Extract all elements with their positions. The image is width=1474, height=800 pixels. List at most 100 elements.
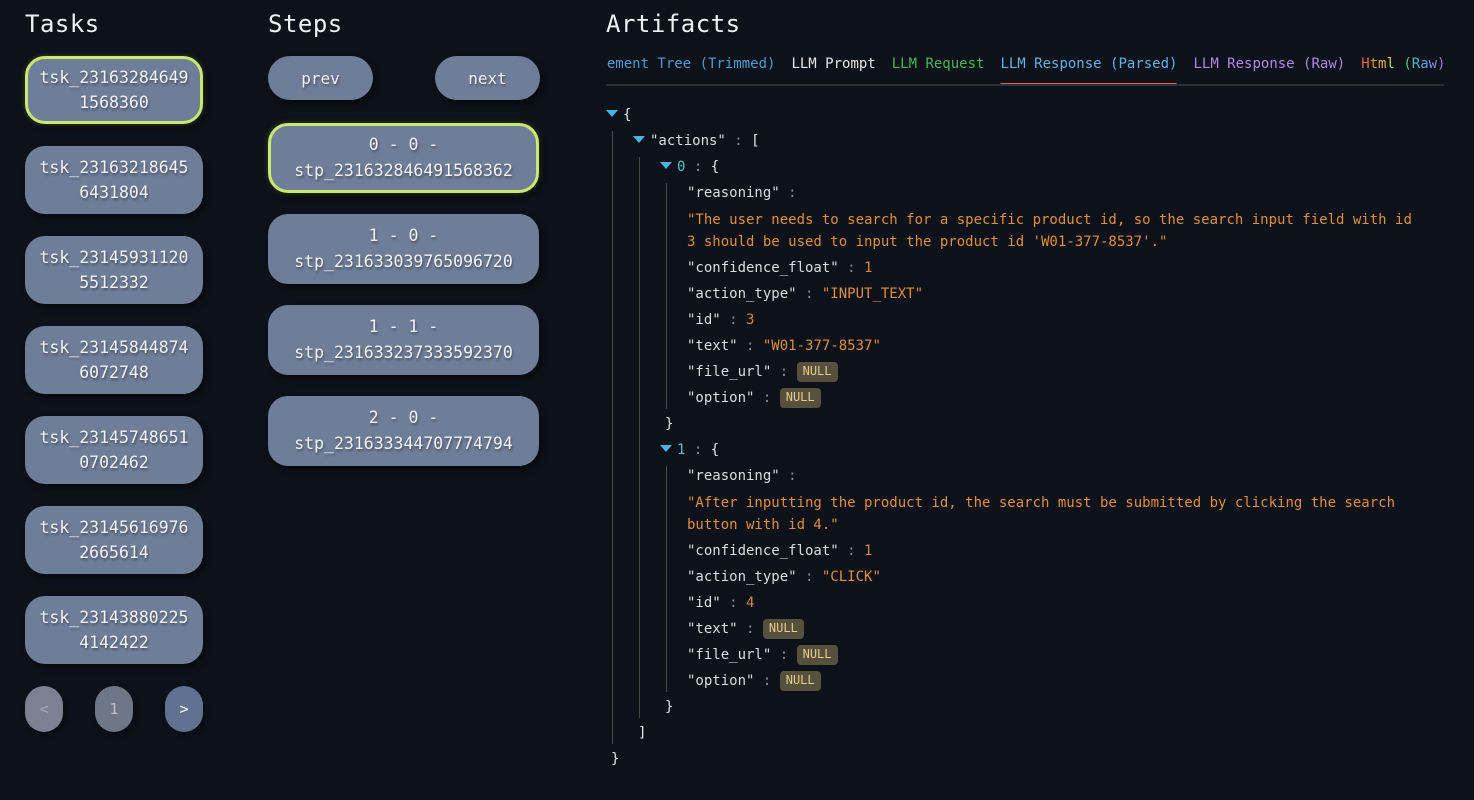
step-button[interactable]: 1 - 1 - stp_231633237333592370 [268, 305, 539, 375]
prev-step-button[interactable]: prev [268, 56, 373, 100]
json-key: "id" [687, 595, 721, 611]
artifacts-title: Artifacts [606, 10, 1444, 38]
task-button[interactable]: tsk_231632846491568360 [25, 56, 203, 124]
collapse-arrow-icon[interactable] [660, 445, 672, 452]
json-colon: : [771, 647, 796, 663]
json-row: "confidence_float" : 1 [687, 541, 1418, 562]
tasks-title: Tasks [25, 10, 203, 38]
json-colon: : [738, 338, 763, 354]
json-colon: : [726, 133, 751, 149]
json-key: "confidence_float" [687, 260, 839, 276]
json-key: "action_type" [687, 569, 797, 585]
json-key: "reasoning" [687, 468, 780, 484]
pagination-next-button[interactable]: > [165, 686, 203, 732]
json-key: "reasoning" [687, 185, 780, 201]
json-key: "file_url" [687, 364, 771, 380]
json-row: 0 : { [660, 157, 1418, 178]
null-badge: NULL [780, 671, 821, 691]
json-colon: : [754, 673, 779, 689]
json-row: "reasoning" : [687, 183, 1418, 204]
json-number: 1 [864, 260, 872, 276]
steps-panel: Steps prev next 0 - 0 - stp_231632846491… [268, 10, 540, 487]
json-node: "actions" : [0 : {"reasoning" : "The use… [633, 131, 1418, 744]
json-colon: : [839, 543, 864, 559]
collapse-arrow-icon[interactable] [606, 110, 618, 117]
json-key: "file_url" [687, 647, 771, 663]
null-badge: NULL [797, 645, 838, 665]
json-key: "action_type" [687, 286, 797, 302]
step-button[interactable]: 2 - 0 - stp_231633344707774794 [268, 396, 539, 466]
json-row: "actions" : [ [633, 131, 1418, 152]
json-close-bracket: ] [638, 725, 646, 741]
null-badge: NULL [797, 362, 838, 382]
json-row: "file_url" : NULL [687, 362, 1418, 383]
json-close-bracket: } [611, 751, 619, 767]
tab-html-raw[interactable]: Html (Raw) [1361, 56, 1444, 84]
json-number: 3 [746, 312, 754, 328]
json-colon: : [780, 185, 797, 201]
null-badge: NULL [780, 388, 821, 408]
task-list: tsk_231632846491568360 tsk_23163218645643… [25, 56, 203, 664]
json-row: "file_url" : NULL [687, 645, 1418, 666]
json-row: "option" : NULL [687, 388, 1418, 409]
json-row: } [660, 414, 1418, 435]
task-button[interactable]: tsk_231632186456431804 [25, 146, 203, 214]
json-row: "reasoning" : [687, 466, 1418, 487]
json-row: "action_type" : "CLICK" [687, 567, 1418, 588]
artifacts-tab-bar: Element Tree (Trimmed) LLM Prompt LLM Requ… [606, 56, 1444, 86]
task-button[interactable]: tsk_231458448746072748 [25, 326, 203, 394]
json-children: "reasoning" : "After inputting the produ… [666, 466, 1418, 692]
json-key: "actions" [650, 133, 726, 149]
json-number: 4 [746, 595, 754, 611]
task-button[interactable]: tsk_231457486510702462 [25, 416, 203, 484]
json-key: "confidence_float" [687, 543, 839, 559]
steps-nav: prev next [268, 56, 540, 100]
tab-llm-response-raw[interactable]: LLM Response (Raw) [1193, 56, 1345, 84]
json-colon: : [771, 364, 796, 380]
json-string: "CLICK" [822, 569, 881, 585]
tasks-panel: Tasks tsk_231632846491568360 tsk_23163218… [25, 10, 203, 732]
tab-element-tree-trimmed[interactable]: Element Tree (Trimmed) [606, 56, 775, 84]
step-button[interactable]: 1 - 0 - stp_231633039765096720 [268, 214, 539, 284]
next-step-button[interactable]: next [435, 56, 540, 100]
json-open-bracket: { [711, 442, 719, 458]
json-colon: : [721, 595, 746, 611]
json-key: "text" [687, 621, 738, 637]
json-string-block: "After inputting the product id, the sea… [687, 492, 1416, 536]
json-row: "text" : NULL [687, 619, 1418, 640]
json-colon: : [839, 260, 864, 276]
null-badge: NULL [763, 619, 804, 639]
tab-llm-response-parsed[interactable]: LLM Response (Parsed) [1000, 56, 1177, 84]
json-row: "id" : 3 [687, 310, 1418, 331]
json-children: "reasoning" : "The user needs to search … [666, 183, 1418, 409]
json-open-bracket: [ [751, 133, 759, 149]
pagination-prev-button[interactable]: < [25, 686, 63, 732]
json-number: 1 [864, 543, 872, 559]
task-button[interactable]: tsk_231459311205512332 [25, 236, 203, 304]
step-button[interactable]: 0 - 0 - stp_231632846491568362 [268, 123, 539, 193]
json-colon: : [797, 569, 822, 585]
json-children: 0 : { "reasoning" : "The user needs to se… [639, 157, 1418, 718]
tab-llm-prompt[interactable]: LLM Prompt [791, 56, 875, 84]
task-button[interactable]: tsk_231438802254142422 [25, 596, 203, 664]
json-close-bracket: } [665, 699, 673, 715]
json-string-block: "The user needs to search for a specific… [687, 209, 1416, 253]
json-row: "action_type" : "INPUT_TEXT" [687, 284, 1418, 305]
pagination-page-1-button[interactable]: 1 [95, 686, 133, 732]
steps-title: Steps [268, 10, 540, 38]
json-colon: : [738, 621, 763, 637]
json-response-viewer: {"actions" : [0 : {"reasoning" : "The us… [606, 105, 1418, 770]
json-key: "id" [687, 312, 721, 328]
task-button[interactable]: tsk_231456169762665614 [25, 506, 203, 574]
json-row: } [606, 749, 1418, 770]
json-row: ] [633, 723, 1418, 744]
json-close-bracket: } [665, 416, 673, 432]
artifacts-panel: Artifacts Element Tree (Trimmed) LLM Prom… [606, 10, 1444, 775]
json-colon: : [754, 390, 779, 406]
collapse-arrow-icon[interactable] [633, 136, 645, 143]
collapse-arrow-icon[interactable] [660, 162, 672, 169]
json-row: 1 : { [660, 440, 1418, 461]
tab-llm-request[interactable]: LLM Request [892, 56, 985, 84]
json-row: { [606, 105, 1418, 126]
json-row: "text" : "W01-377-8537" [687, 336, 1418, 357]
